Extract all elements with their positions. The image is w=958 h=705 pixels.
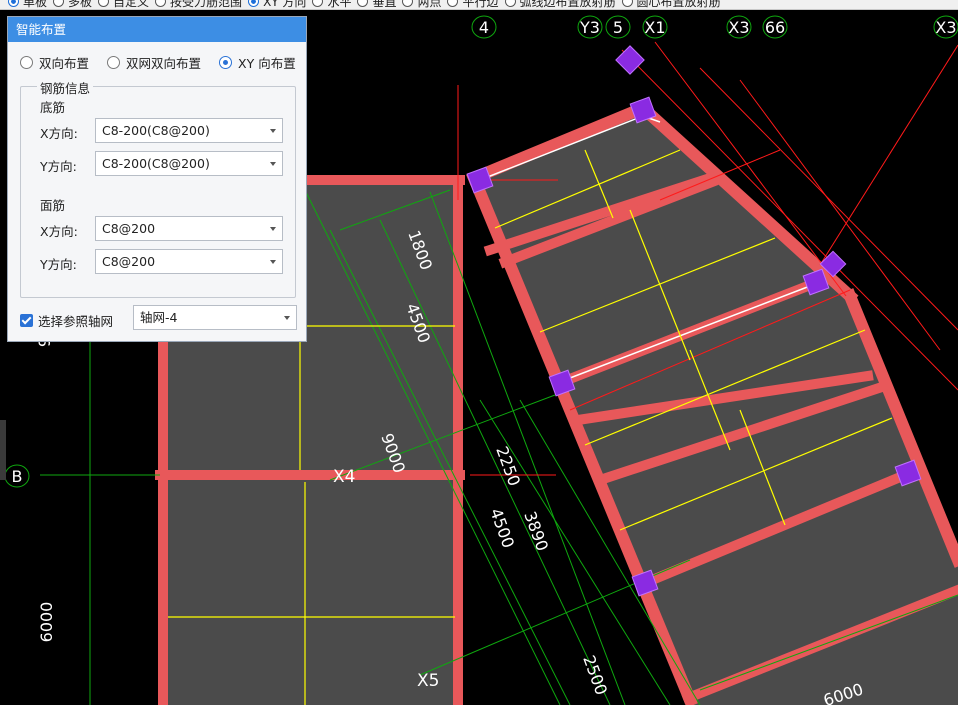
- toolbar-option[interactable]: 弧线边布置放射筋: [504, 0, 616, 9]
- radio-circle[interactable]: [20, 56, 33, 69]
- bottom-x-label: X方向:: [40, 126, 78, 141]
- toolbar-option-label: XY 方向: [263, 0, 307, 9]
- bottom-x-select[interactable]: C8-200(C8@200): [95, 118, 283, 143]
- axis-bubble-label: X3: [935, 18, 956, 37]
- bottom-y-label: Y方向:: [40, 159, 77, 174]
- toolbar-option[interactable]: 多板: [53, 0, 93, 9]
- toolbar-option[interactable]: 水平: [312, 0, 352, 9]
- axis-bubble-label: 66: [765, 18, 785, 37]
- toolbar-option-label: 圆心布置放射筋: [636, 0, 721, 9]
- dropdown-arrow-icon: [270, 129, 276, 133]
- top-rebar-title: 面筋: [40, 198, 66, 213]
- radio-label: 双网双向布置: [126, 56, 202, 71]
- radio-bidirectional[interactable]: 双向布置: [20, 53, 89, 72]
- toolbar-options: 单板 多板 自定义 按受力筋范围 XY 方向 水平 垂直 两点 平行边 弧线边布置放射筋 圆心布置放…: [8, 0, 721, 9]
- radio-icon[interactable]: [155, 0, 167, 7]
- dropdown-arrow-icon: [284, 316, 290, 320]
- top-x-label: X方向:: [40, 224, 78, 239]
- toolbar-option-label: 单板: [23, 0, 48, 9]
- radio-icon[interactable]: [8, 0, 19, 7]
- axis-bubble-label: Y3: [579, 18, 600, 37]
- toolbar-option[interactable]: XY 方向: [248, 0, 307, 9]
- radio-circle[interactable]: [219, 56, 233, 69]
- radio-icon[interactable]: [248, 0, 260, 7]
- radio-icon[interactable]: [312, 0, 324, 7]
- rebar-info-group: 钢筋信息 底筋 X方向: C8-200(C8@200) Y方向: C8-200(…: [20, 78, 296, 298]
- axis-label-x5: X5: [417, 671, 439, 691]
- axis-bubble-label: X1: [644, 18, 665, 37]
- dropdown-arrow-icon: [270, 260, 276, 264]
- dimension-text: 3890: [520, 509, 552, 554]
- top-y-label: Y方向:: [40, 257, 77, 272]
- toolbar-option[interactable]: 单板: [8, 0, 48, 9]
- top-x-value: C8@200: [102, 221, 156, 236]
- axis-label-x4: X4: [333, 467, 355, 487]
- dimension-text: 2500: [579, 653, 611, 698]
- toolbar-option-label: 弧线边布置放射筋: [519, 0, 616, 9]
- toolbar-option-label: 平行边: [462, 0, 499, 9]
- toolbar-option[interactable]: 平行边: [447, 0, 499, 9]
- radio-xy-direction[interactable]: XY 向布置: [219, 53, 296, 72]
- toolbar-option-label: 按受力筋范围: [170, 0, 243, 9]
- top-y-select[interactable]: C8@200: [95, 249, 283, 274]
- dimension-text: 6000: [37, 602, 56, 643]
- group-title: 钢筋信息: [37, 78, 94, 97]
- axis-bubble-label: 5: [613, 18, 623, 37]
- bottom-rebar-title: 底筋: [40, 100, 66, 115]
- top-x-select[interactable]: C8@200: [95, 216, 283, 241]
- slab-lower-left: [160, 478, 458, 705]
- radio-icon[interactable]: [53, 0, 65, 7]
- radio-icon[interactable]: [402, 0, 414, 7]
- toolbar-option[interactable]: 自定义: [98, 0, 150, 9]
- bottom-y-value: C8-200(C8@200): [102, 156, 210, 171]
- dimension-text: 4500: [486, 506, 518, 551]
- layout-mode-group: 双向布置 双网双向布置 XY 向布置: [20, 53, 296, 72]
- bottom-y-select[interactable]: C8-200(C8@200): [95, 151, 283, 176]
- top-y-value: C8@200: [102, 254, 156, 269]
- radio-double-net-bidirectional[interactable]: 双网双向布置: [107, 53, 201, 72]
- radio-icon[interactable]: [621, 0, 633, 7]
- panel-splitter[interactable]: [0, 420, 6, 480]
- bottom-x-value: C8-200(C8@200): [102, 123, 210, 138]
- smart-layout-panel: 智能布置 双向布置 双网双向布置 XY 向布置 钢筋信息 底筋 X方向: C8-…: [7, 16, 307, 342]
- toolbar-option-label: 垂直: [372, 0, 397, 9]
- toolbar-option[interactable]: 圆心布置放射筋: [621, 0, 721, 9]
- toolbar: 单板 多板 自定义 按受力筋范围 XY 方向 水平 垂直 两点 平行边 弧线边布置放射筋 圆心布置放…: [0, 0, 958, 10]
- column-marker[interactable]: [615, 45, 645, 75]
- radio-icon[interactable]: [504, 0, 516, 7]
- toolbar-option-label: 多板: [68, 0, 93, 9]
- toolbar-option[interactable]: 垂直: [357, 0, 397, 9]
- toolbar-option-label: 两点: [417, 0, 442, 9]
- dropdown-arrow-icon: [270, 227, 276, 231]
- ref-grid-label: 选择参照轴网: [38, 314, 114, 329]
- dropdown-arrow-icon: [270, 162, 276, 166]
- radio-icon[interactable]: [98, 0, 110, 7]
- toolbar-option-label: 水平: [327, 0, 352, 9]
- ref-grid-checkbox[interactable]: [20, 314, 33, 327]
- axis-bubble-label: 4: [479, 18, 489, 37]
- ref-grid-value: 轴网-4: [140, 310, 178, 325]
- radio-label: XY 向布置: [238, 56, 296, 71]
- toolbar-option[interactable]: 按受力筋范围: [155, 0, 243, 9]
- panel-title: 智能布置: [8, 17, 306, 42]
- radio-label: 双向布置: [39, 56, 90, 71]
- axis-bubble-label: B: [12, 467, 23, 486]
- toolbar-option-label: 自定义: [113, 0, 150, 9]
- axis-bubble-label: X3: [728, 18, 749, 37]
- toolbar-option[interactable]: 两点: [402, 0, 442, 9]
- ref-grid-checkbox-row[interactable]: 选择参照轴网: [20, 311, 113, 330]
- ref-grid-select[interactable]: 轴网-4: [133, 305, 297, 330]
- radio-icon[interactable]: [357, 0, 369, 7]
- radio-icon[interactable]: [447, 0, 459, 7]
- radio-circle[interactable]: [107, 56, 121, 69]
